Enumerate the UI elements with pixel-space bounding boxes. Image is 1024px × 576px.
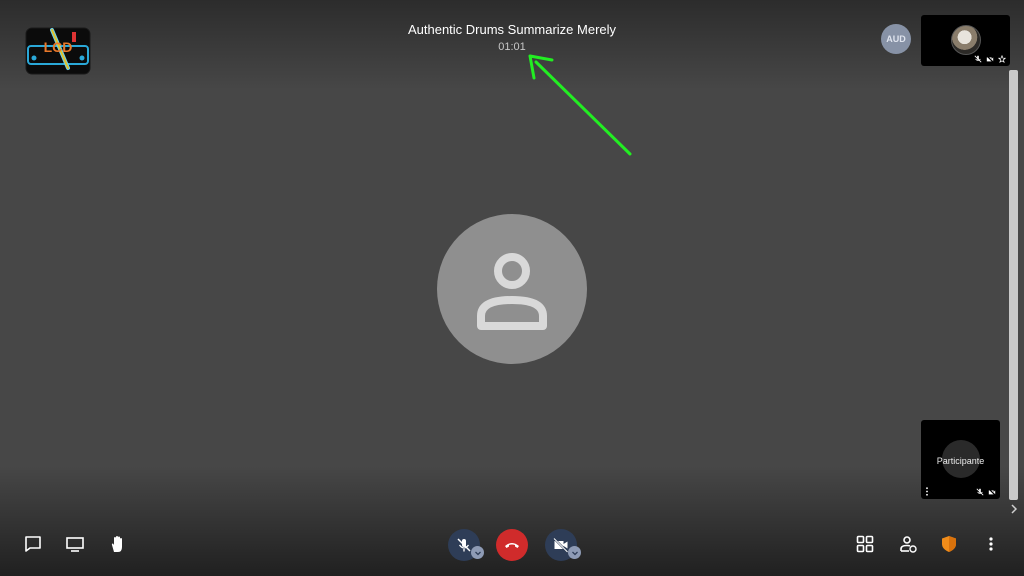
person-icon	[477, 253, 547, 330]
more-vertical-icon[interactable]	[925, 487, 929, 496]
chevron-down-icon	[474, 551, 481, 555]
participant-status-icons	[976, 488, 996, 496]
star-icon	[998, 55, 1006, 63]
annotation-arrow	[528, 54, 632, 156]
camera-off-icon	[988, 488, 996, 496]
mic-muted-icon	[974, 55, 982, 63]
chat-icon	[25, 536, 41, 552]
tile-view-icon	[856, 535, 874, 553]
participant-name: Participante	[936, 456, 985, 466]
screen-share-icon	[66, 537, 84, 552]
mic-muted-icon	[976, 488, 984, 496]
filmstrip-scrollbar[interactable]	[1009, 70, 1018, 500]
invite-participant-icon	[900, 536, 917, 553]
local-video-thumbnail[interactable]	[921, 15, 1010, 66]
logo-text: LCD	[44, 39, 73, 55]
security-shield-icon	[942, 536, 956, 552]
raise-hand-button[interactable]	[106, 532, 130, 556]
microphone-options-button[interactable]	[471, 546, 484, 559]
screen-share-button[interactable]	[63, 532, 87, 556]
camera-off-icon	[986, 55, 994, 63]
local-status-icons	[974, 55, 1006, 63]
hangup-button[interactable]	[496, 529, 528, 561]
chat-button[interactable]	[21, 532, 45, 556]
invite-participant-button[interactable]	[896, 532, 920, 556]
hangup-icon	[505, 543, 519, 548]
local-avatar	[951, 25, 981, 55]
more-options-icon	[989, 537, 993, 551]
meeting-stage: LCD Authentic Drums Summarize Merely 01:…	[0, 0, 1024, 576]
more-options-button[interactable]	[979, 532, 1003, 556]
raise-hand-icon	[111, 536, 122, 552]
chevron-right-icon[interactable]	[1009, 503, 1019, 515]
chevron-down-icon	[571, 551, 578, 555]
participant-thumbnail[interactable]: Participante	[921, 420, 1000, 499]
app-logo: LCD	[25, 27, 91, 75]
tile-view-button[interactable]	[853, 532, 877, 556]
meeting-title: Authentic Drums Summarize Merely	[407, 22, 617, 37]
camera-options-button[interactable]	[568, 546, 581, 559]
security-options-button[interactable]	[937, 532, 961, 556]
audience-badge[interactable]: AUD	[881, 24, 911, 54]
dominant-speaker-avatar	[437, 214, 587, 364]
